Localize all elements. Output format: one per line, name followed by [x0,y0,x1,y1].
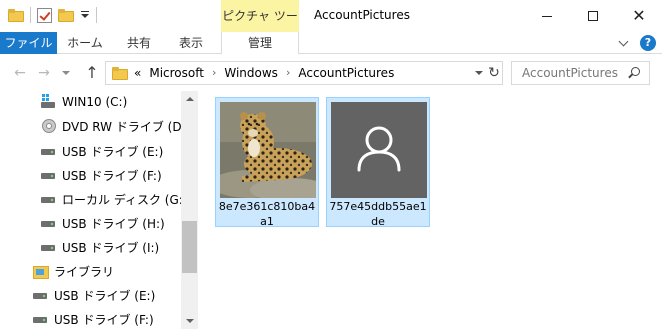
nav-item-win10-c[interactable]: WIN10 (C:) [40,91,127,113]
file-name-label: 8e7e361c810ba4a1 [218,200,316,228]
maximize-button[interactable] [570,0,616,32]
tab-view[interactable]: 表示 [165,32,217,54]
scrollbar-thumb[interactable] [182,221,197,273]
forward-arrow-icon[interactable]: → [36,65,52,81]
windows-drive-icon [40,94,56,110]
quick-access-toolbar [8,7,97,23]
breadcrumb: « Microsoft › Windows › AccountPictures [134,62,394,84]
toolbar-divider [30,7,31,23]
nav-item-usb-h[interactable]: USB ドライブ (H:) [40,212,165,234]
breadcrumb-item-windows[interactable]: Windows [224,62,278,84]
scroll-up-arrow-icon[interactable] [181,91,198,108]
nav-item-label: USB ドライブ (I:) [62,240,160,255]
search-icon[interactable] [628,67,640,79]
usb-drive-icon [32,311,48,327]
breadcrumb-overflow[interactable]: « [134,62,141,84]
default-user-avatar-icon [331,102,427,198]
up-arrow-icon[interactable]: ↑ [84,65,100,81]
usb-drive-icon [40,239,56,255]
close-icon: ✕ [632,6,646,25]
address-history-dropdown-icon[interactable] [472,62,486,84]
nav-item-label: USB ドライブ (E:) [62,144,164,159]
nav-item-label: ローカル ディスク (G:) [62,192,188,207]
breadcrumb-separator-icon[interactable]: › [212,62,216,84]
folder-icon [112,67,128,80]
nav-item-dvd-d[interactable]: DVD RW ドライブ (D:) [40,115,190,137]
minimize-button[interactable] [524,0,570,32]
nav-item-label: WIN10 (C:) [62,95,128,109]
nav-item-label: USB ドライブ (E:) [54,288,156,303]
local-disk-icon [40,191,56,207]
navigation-pane: WIN10 (C:) DVD RW ドライブ (D:) USB ドライブ (E:… [0,91,198,329]
title-bar: ピクチャ ツール AccountPictures ✕ [0,0,662,55]
close-button[interactable]: ✕ [616,0,662,32]
breadcrumb-separator-icon[interactable]: › [286,62,290,84]
customize-toolbar-dropdown-icon[interactable] [80,9,90,21]
minimize-icon [542,15,552,17]
folder-icon[interactable] [8,8,24,22]
usb-drive-icon [40,143,56,159]
library-icon [32,263,49,279]
window-title: AccountPictures [314,8,410,22]
tab-file[interactable]: ファイル [0,32,57,54]
nav-item-usb-e-root[interactable]: USB ドライブ (E:) [32,284,155,306]
usb-drive-icon [40,167,56,183]
properties-icon[interactable] [37,7,52,23]
recent-locations-dropdown-icon[interactable] [60,65,72,81]
file-name-label: 757e45ddb55ae1de [329,200,427,228]
help-icon[interactable]: ? [640,35,656,51]
nav-item-usb-f[interactable]: USB ドライブ (F:) [40,164,162,186]
search-placeholder: AccountPictures [522,66,618,80]
ribbon-tab-bar: ファイル ホーム 共有 表示 管理 ? [0,32,662,54]
address-bar[interactable]: « Microsoft › Windows › AccountPictures … [105,61,503,85]
dvd-drive-icon [40,118,56,134]
usb-drive-icon [32,287,48,303]
nav-item-local-disk-g[interactable]: ローカル ディスク (G:) [40,188,188,210]
nav-pane-scrollbar[interactable] [181,91,198,329]
new-folder-icon[interactable] [58,8,74,22]
nav-item-label: ライブラリ [54,264,115,279]
leopard-photo-thumbnail [220,102,316,198]
scroll-down-arrow-icon[interactable] [181,312,198,329]
tab-home[interactable]: ホーム [57,32,113,54]
refresh-icon[interactable]: ↻ [487,65,501,81]
nav-item-usb-e[interactable]: USB ドライブ (E:) [40,140,163,162]
search-box[interactable]: AccountPictures [511,61,650,85]
file-item[interactable]: 757e45ddb55ae1de [326,97,430,228]
nav-item-usb-f-root[interactable]: USB ドライブ (F:) [32,308,154,329]
toolbar-divider [96,7,97,23]
nav-item-label: DVD RW ドライブ (D:) [62,119,191,134]
tab-manage[interactable]: 管理 [221,32,299,54]
navigation-bar: ← → ↑ « Microsoft › Windows › AccountPic… [0,55,662,91]
nav-item-libraries[interactable]: ライブラリ [32,260,114,282]
nav-item-label: USB ドライブ (H:) [62,216,165,231]
back-arrow-icon[interactable]: ← [12,65,28,81]
nav-item-label: USB ドライブ (F:) [54,312,154,327]
nav-item-usb-i[interactable]: USB ドライブ (I:) [40,236,159,258]
usb-drive-icon [40,215,56,231]
breadcrumb-item-microsoft[interactable]: Microsoft [149,62,204,84]
breadcrumb-item-accountpictures[interactable]: AccountPictures [298,62,394,84]
tab-share[interactable]: 共有 [113,32,165,54]
expand-ribbon-chevron-icon[interactable] [617,36,631,50]
nav-item-label: USB ドライブ (F:) [62,168,162,183]
picture-tools-context-tab: ピクチャ ツール [221,0,299,55]
file-item[interactable]: 8e7e361c810ba4a1 [215,97,319,228]
maximize-icon [588,11,598,21]
file-list-view: 8e7e361c810ba4a1 757e45ddb55ae1de [200,91,662,329]
